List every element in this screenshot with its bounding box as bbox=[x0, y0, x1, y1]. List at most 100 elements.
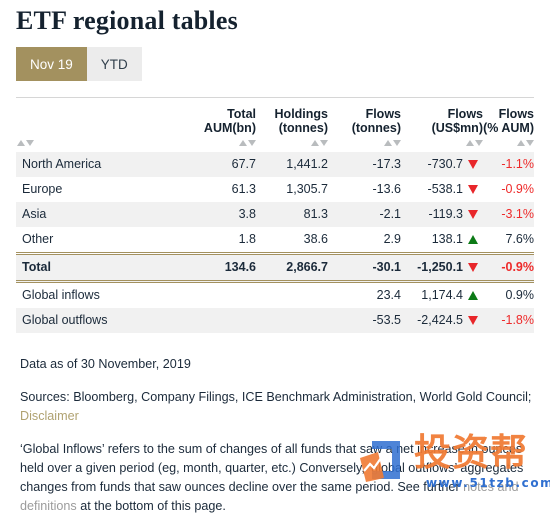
cell-flows-pct-aum: 0.9% bbox=[483, 281, 534, 308]
cell-holdings-tonnes: 1,305.7 bbox=[256, 177, 328, 202]
header-flows-usd-line1: Flows bbox=[447, 107, 483, 121]
cell-holdings-tonnes bbox=[256, 308, 328, 333]
trend-down-icon bbox=[463, 308, 483, 333]
header-flows-tonnes: Flows (tonnes) bbox=[328, 97, 401, 137]
header-flows-usd-line2: (US$mn) bbox=[431, 121, 483, 135]
cell-holdings-tonnes: 81.3 bbox=[256, 202, 328, 227]
sort-toggle-total-aum-icon[interactable] bbox=[238, 140, 256, 146]
table-row: Total 134.6 2,866.7 -30.1 -1,250.1 -0.9% bbox=[16, 252, 534, 283]
cell-flows-usd: 1,174.4 bbox=[401, 281, 463, 308]
cell-flows-tonnes: -17.3 bbox=[328, 152, 401, 177]
header-flows-tonnes-line2: (tonnes) bbox=[351, 121, 401, 135]
table-row: Europe 61.3 1,305.7 -13.6 -538.1 -0.9% bbox=[16, 177, 534, 202]
cell-region-label: North America bbox=[16, 152, 191, 177]
table-body: North America 67.7 1,441.2 -17.3 -730.7 -1.1%… bbox=[16, 152, 534, 333]
sort-cell-region bbox=[16, 137, 191, 152]
cell-flows-tonnes: -13.6 bbox=[328, 177, 401, 202]
cell-flows-tonnes: -53.5 bbox=[328, 308, 401, 333]
header-flows-pct-line2: (% AUM) bbox=[483, 121, 534, 135]
header-holdings: Holdings (tonnes) bbox=[256, 97, 328, 137]
table-header: Total AUM(bn) Holdings (tonnes) Flows (t… bbox=[16, 97, 534, 153]
cell-flows-usd: 138.1 bbox=[401, 227, 463, 254]
data-as-of-text: Data as of 30 November, 2019 bbox=[20, 357, 191, 371]
header-flows-pct-line1: Flows bbox=[498, 107, 534, 121]
header-flows-usd: Flows (US$mn) bbox=[401, 97, 483, 137]
trend-down-icon bbox=[463, 252, 483, 283]
cell-holdings-tonnes: 38.6 bbox=[256, 227, 328, 254]
cell-total-aum: 3.8 bbox=[191, 202, 256, 227]
header-label-row: Total AUM(bn) Holdings (tonnes) Flows (t… bbox=[16, 97, 534, 137]
trend-up-icon bbox=[463, 227, 483, 254]
tab-ytd[interactable]: YTD bbox=[86, 47, 142, 81]
sources-prefix: Sources: Bloomberg, Company Filings, ICE… bbox=[20, 390, 532, 404]
table-row: Asia 3.8 81.3 -2.1 -119.3 -3.1% bbox=[16, 202, 534, 227]
definitions-part1: ‘Global Inflows’ refers to the sum of ch… bbox=[20, 442, 524, 494]
tab-nov-19[interactable]: Nov 19 bbox=[16, 47, 87, 81]
cell-region-label: Asia bbox=[16, 202, 191, 227]
cell-flows-tonnes: 2.9 bbox=[328, 227, 401, 254]
sort-cell-holdings bbox=[256, 137, 328, 152]
cell-flows-pct-aum: -0.9% bbox=[483, 252, 534, 283]
cell-holdings-tonnes: 1,441.2 bbox=[256, 152, 328, 177]
cell-flows-pct-aum: 7.6% bbox=[483, 227, 534, 254]
cell-total-aum: 61.3 bbox=[191, 177, 256, 202]
cell-flows-pct-aum: -1.1% bbox=[483, 152, 534, 177]
cell-flows-pct-aum: -1.8% bbox=[483, 308, 534, 333]
header-region bbox=[16, 97, 191, 137]
sort-cell-flows-usd bbox=[401, 137, 483, 152]
cell-region-label: Total bbox=[16, 252, 191, 283]
page-title: ETF regional tables bbox=[16, 6, 238, 35]
cell-holdings-tonnes: 2,866.7 bbox=[256, 252, 328, 283]
etf-regional-table: Total AUM(bn) Holdings (tonnes) Flows (t… bbox=[16, 97, 534, 333]
cell-total-aum bbox=[191, 281, 256, 308]
header-holdings-line2: (tonnes) bbox=[278, 121, 328, 135]
cell-region-label: Europe bbox=[16, 177, 191, 202]
cell-flows-tonnes: -2.1 bbox=[328, 202, 401, 227]
cell-region-label: Global outflows bbox=[16, 308, 191, 333]
cell-flows-usd: -119.3 bbox=[401, 202, 463, 227]
sort-cell-flows-tonnes bbox=[328, 137, 401, 152]
etf-table-container: Total AUM(bn) Holdings (tonnes) Flows (t… bbox=[16, 97, 534, 333]
cell-flows-pct-aum: -3.1% bbox=[483, 202, 534, 227]
sort-toggle-flows-pct-icon[interactable] bbox=[516, 140, 534, 146]
definitions-text: ‘Global Inflows’ refers to the sum of ch… bbox=[20, 440, 534, 516]
sort-toggle-region-icon[interactable] bbox=[16, 140, 34, 146]
cell-region-label: Other bbox=[16, 227, 191, 254]
trend-down-icon bbox=[463, 152, 483, 177]
sort-toggle-holdings-icon[interactable] bbox=[310, 140, 328, 146]
cell-holdings-tonnes bbox=[256, 281, 328, 308]
notes-section: Data as of 30 November, 2019 Sources: Bl… bbox=[16, 355, 534, 516]
cell-flows-pct-aum: -0.9% bbox=[483, 177, 534, 202]
header-sort-row bbox=[16, 137, 534, 152]
header-flows-tonnes-line1: Flows bbox=[365, 107, 401, 121]
trend-down-icon bbox=[463, 202, 483, 227]
sort-cell-flows-pct bbox=[483, 137, 534, 152]
cell-flows-usd: -538.1 bbox=[401, 177, 463, 202]
trend-up-icon bbox=[463, 281, 483, 308]
cell-flows-usd: -1,250.1 bbox=[401, 252, 463, 283]
header-total-aum: Total AUM(bn) bbox=[191, 97, 256, 137]
sort-cell-total-aum bbox=[191, 137, 256, 152]
cell-total-aum: 1.8 bbox=[191, 227, 256, 254]
sources-text: Sources: Bloomberg, Company Filings, ICE… bbox=[20, 388, 534, 426]
period-tab-group: Nov 19 YTD bbox=[16, 47, 534, 81]
cell-region-label: Global inflows bbox=[16, 281, 191, 308]
cell-flows-usd: -2,424.5 bbox=[401, 308, 463, 333]
etf-regional-tables-page: ETF regional tables Nov 19 YTD Total AUM… bbox=[0, 0, 550, 513]
cell-total-aum: 67.7 bbox=[191, 152, 256, 177]
cell-total-aum: 134.6 bbox=[191, 252, 256, 283]
table-row: Global outflows -53.5 -2,424.5 -1.8% bbox=[16, 308, 534, 333]
cell-total-aum bbox=[191, 308, 256, 333]
disclaimer-link[interactable]: Disclaimer bbox=[20, 409, 79, 423]
cell-flows-tonnes: 23.4 bbox=[328, 281, 401, 308]
header-flows-pct-aum: Flows (% AUM) bbox=[483, 97, 534, 137]
cell-flows-usd: -730.7 bbox=[401, 152, 463, 177]
sort-toggle-flows-tonnes-icon[interactable] bbox=[383, 140, 401, 146]
table-row: North America 67.7 1,441.2 -17.3 -730.7 -1.1% bbox=[16, 152, 534, 177]
table-row: Global inflows 23.4 1,174.4 0.9% bbox=[16, 281, 534, 308]
header-total-aum-line1: Total bbox=[227, 107, 256, 121]
table-row: Other 1.8 38.6 2.9 138.1 7.6% bbox=[16, 227, 534, 254]
header-holdings-line1: Holdings bbox=[274, 107, 328, 121]
definitions-part2: at the bottom of this page. bbox=[80, 499, 226, 513]
sort-toggle-flows-usd-icon[interactable] bbox=[465, 140, 483, 146]
